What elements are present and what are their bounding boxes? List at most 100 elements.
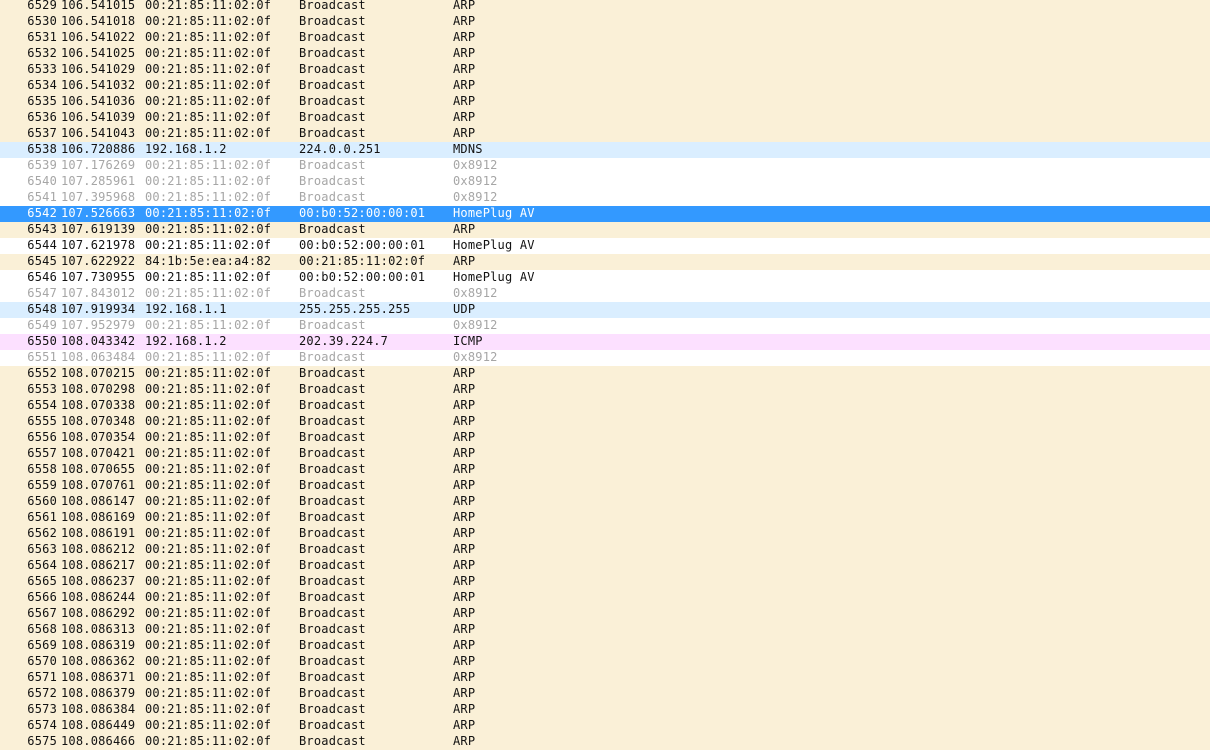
packet-row[interactable]: 6574 108.086449 00:21:85:11:02:0f Broadcast…: [0, 718, 1210, 734]
packet-row[interactable]: 6530 106.541018 00:21:85:11:02:0f Broadcast…: [0, 14, 1210, 30]
packet-row[interactable]: 6543 107.619139 00:21:85:11:02:0f Broadcast…: [0, 222, 1210, 238]
packet-destination: Broadcast: [299, 174, 366, 188]
packet-row[interactable]: 6554 108.070338 00:21:85:11:02:0f Broadcast…: [0, 398, 1210, 414]
packet-row[interactable]: 6575 108.086466 00:21:85:11:02:0f Broadcast…: [0, 734, 1210, 750]
packet-row[interactable]: 6545 107.622922 84:1b:5e:ea:a4:82 00:21:85:…: [0, 254, 1210, 270]
packet-row[interactable]: 6541 107.395968 00:21:85:11:02:0f Broadcast…: [0, 190, 1210, 206]
packet-time: 108.086371: [61, 670, 136, 684]
packet-number: 6541: [27, 190, 57, 204]
packet-number: 6531: [27, 30, 57, 44]
packet-row[interactable]: 6555 108.070348 00:21:85:11:02:0f Broadcast…: [0, 414, 1210, 430]
packet-row[interactable]: 6566 108.086244 00:21:85:11:02:0f Broadcast…: [0, 590, 1210, 606]
packet-row[interactable]: 6552 108.070215 00:21:85:11:02:0f Broadcast…: [0, 366, 1210, 382]
packet-source: 00:21:85:11:02:0f: [145, 574, 272, 588]
packet-row[interactable]: 6529 106.541015 00:21:85:11:02:0f Broadcast…: [0, 0, 1210, 14]
packet-protocol: 0x8912: [453, 174, 498, 188]
packet-destination: Broadcast: [299, 574, 366, 588]
packet-row[interactable]: 6533 106.541029 00:21:85:11:02:0f Broadcast…: [0, 62, 1210, 78]
packet-source: 00:21:85:11:02:0f: [145, 494, 272, 508]
packet-time: 106.541036: [61, 94, 136, 108]
packet-source: 00:21:85:11:02:0f: [145, 462, 272, 476]
packet-protocol: ARP: [453, 0, 476, 12]
packet-row[interactable]: 6558 108.070655 00:21:85:11:02:0f Broadcast…: [0, 462, 1210, 478]
packet-row[interactable]: 6564 108.086217 00:21:85:11:02:0f Broadcast…: [0, 558, 1210, 574]
packet-number: 6559: [27, 478, 57, 492]
packet-destination: Broadcast: [299, 94, 366, 108]
packet-row[interactable]: 6562 108.086191 00:21:85:11:02:0f Broadcast…: [0, 526, 1210, 542]
packet-row[interactable]: 6538 106.720886 192.168.1.2 224.0.0.251 MDNS: [0, 142, 1210, 158]
packet-row[interactable]: 6571 108.086371 00:21:85:11:02:0f Broadcast…: [0, 670, 1210, 686]
packet-row[interactable]: 6546 107.730955 00:21:85:11:02:0f 00:b0:52:…: [0, 270, 1210, 286]
packet-row[interactable]: 6549 107.952979 00:21:85:11:02:0f Broadcast…: [0, 318, 1210, 334]
packet-row[interactable]: 6542 107.526663 00:21:85:11:02:0f 00:b0:52:…: [0, 206, 1210, 222]
packet-protocol: ARP: [453, 718, 476, 732]
packet-source: 00:21:85:11:02:0f: [145, 702, 272, 716]
packet-row[interactable]: 6556 108.070354 00:21:85:11:02:0f Broadcast…: [0, 430, 1210, 446]
packet-row[interactable]: 6534 106.541032 00:21:85:11:02:0f Broadcast…: [0, 78, 1210, 94]
packet-destination: Broadcast: [299, 30, 366, 44]
packet-row[interactable]: 6573 108.086384 00:21:85:11:02:0f Broadcast…: [0, 702, 1210, 718]
packet-destination: Broadcast: [299, 190, 366, 204]
packet-row[interactable]: 6550 108.043342 192.168.1.2 202.39.224.7 ICM…: [0, 334, 1210, 350]
packet-list[interactable]: 6529 106.541015 00:21:85:11:02:0f Broadcast…: [0, 0, 1210, 753]
packet-protocol: 0x8912: [453, 350, 498, 364]
packet-source: 00:21:85:11:02:0f: [145, 286, 272, 300]
packet-row[interactable]: 6572 108.086379 00:21:85:11:02:0f Broadcast…: [0, 686, 1210, 702]
packet-number: 6570: [27, 654, 57, 668]
packet-time: 108.070421: [61, 446, 136, 460]
packet-number: 6536: [27, 110, 57, 124]
packet-number: 6550: [27, 334, 57, 348]
packet-row[interactable]: 6559 108.070761 00:21:85:11:02:0f Broadcast…: [0, 478, 1210, 494]
packet-protocol: UDP: [453, 302, 476, 316]
packet-source: 00:21:85:11:02:0f: [145, 398, 272, 412]
packet-row[interactable]: 6532 106.541025 00:21:85:11:02:0f Broadcast…: [0, 46, 1210, 62]
packet-source: 192.168.1.1: [145, 302, 227, 316]
packet-time: 108.086237: [61, 574, 136, 588]
packet-row[interactable]: 6551 108.063484 00:21:85:11:02:0f Broadcast…: [0, 350, 1210, 366]
packet-row[interactable]: 6544 107.621978 00:21:85:11:02:0f 00:b0:52:…: [0, 238, 1210, 254]
packet-time: 107.285961: [61, 174, 136, 188]
packet-time: 108.086217: [61, 558, 136, 572]
packet-time: 107.526663: [61, 206, 136, 220]
packet-number: 6545: [27, 254, 57, 268]
packet-row[interactable]: 6531 106.541022 00:21:85:11:02:0f Broadcast…: [0, 30, 1210, 46]
packet-row[interactable]: 6537 106.541043 00:21:85:11:02:0f Broadcast…: [0, 126, 1210, 142]
packet-source: 00:21:85:11:02:0f: [145, 110, 272, 124]
packet-row[interactable]: 6565 108.086237 00:21:85:11:02:0f Broadcast…: [0, 574, 1210, 590]
packet-protocol: ARP: [453, 94, 476, 108]
packet-row[interactable]: 6563 108.086212 00:21:85:11:02:0f Broadcast…: [0, 542, 1210, 558]
packet-row[interactable]: 6535 106.541036 00:21:85:11:02:0f Broadcast…: [0, 94, 1210, 110]
packet-time: 108.070298: [61, 382, 136, 396]
packet-row[interactable]: 6560 108.086147 00:21:85:11:02:0f Broadcast…: [0, 494, 1210, 510]
packet-row[interactable]: 6568 108.086313 00:21:85:11:02:0f Broadcast…: [0, 622, 1210, 638]
packet-row[interactable]: 6536 106.541039 00:21:85:11:02:0f Broadcast…: [0, 110, 1210, 126]
packet-row[interactable]: 6548 107.919934 192.168.1.1 255.255.255.255…: [0, 302, 1210, 318]
packet-destination: Broadcast: [299, 350, 366, 364]
packet-protocol: 0x8912: [453, 190, 498, 204]
packet-destination: Broadcast: [299, 126, 366, 140]
packet-time: 106.541025: [61, 46, 136, 60]
packet-source: 00:21:85:11:02:0f: [145, 558, 272, 572]
packet-destination: Broadcast: [299, 14, 366, 28]
packet-row[interactable]: 6539 107.176269 00:21:85:11:02:0f Broadcast…: [0, 158, 1210, 174]
packet-row[interactable]: 6569 108.086319 00:21:85:11:02:0f Broadcast…: [0, 638, 1210, 654]
packet-row[interactable]: 6570 108.086362 00:21:85:11:02:0f Broadcast…: [0, 654, 1210, 670]
packet-protocol: ARP: [453, 430, 476, 444]
packet-time: 107.622922: [61, 254, 136, 268]
packet-protocol: ARP: [453, 622, 476, 636]
packet-row[interactable]: 6561 108.086169 00:21:85:11:02:0f Broadcast…: [0, 510, 1210, 526]
packet-row[interactable]: 6547 107.843012 00:21:85:11:02:0f Broadcast…: [0, 286, 1210, 302]
packet-time: 106.541018: [61, 14, 136, 28]
packet-time: 107.395968: [61, 190, 136, 204]
packet-row[interactable]: 6567 108.086292 00:21:85:11:02:0f Broadcast…: [0, 606, 1210, 622]
packet-time: 108.070655: [61, 462, 136, 476]
packet-protocol: ARP: [453, 734, 476, 748]
packet-protocol: ARP: [453, 654, 476, 668]
packet-row[interactable]: 6540 107.285961 00:21:85:11:02:0f Broadcast…: [0, 174, 1210, 190]
packet-number: 6543: [27, 222, 57, 236]
packet-number: 6557: [27, 446, 57, 460]
packet-row[interactable]: 6557 108.070421 00:21:85:11:02:0f Broadcast…: [0, 446, 1210, 462]
packet-row[interactable]: 6553 108.070298 00:21:85:11:02:0f Broadcast…: [0, 382, 1210, 398]
packet-destination: Broadcast: [299, 414, 366, 428]
packet-time: 108.070354: [61, 430, 136, 444]
